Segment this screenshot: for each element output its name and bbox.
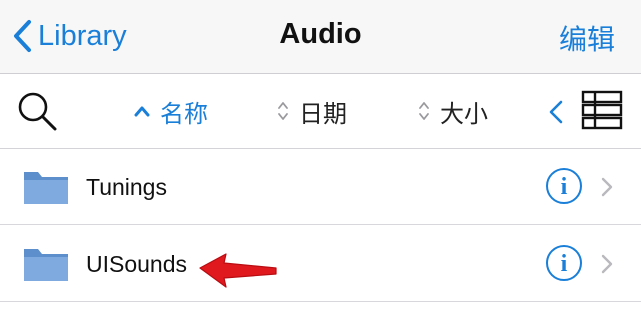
sort-toggle-icon <box>278 102 288 120</box>
item-name: UISounds <box>86 251 188 277</box>
sort-label: 名称 <box>160 100 208 128</box>
list-item[interactable]: Tunings i <box>0 149 641 225</box>
svg-text:i: i <box>561 251 568 277</box>
chevron-right-icon <box>601 254 613 274</box>
chevron-right-icon <box>601 177 613 197</box>
sort-by-size[interactable]: 大小 <box>418 94 488 128</box>
annotation-arrow-icon <box>199 253 277 288</box>
search-button[interactable] <box>16 90 60 134</box>
edit-button[interactable]: 编辑 <box>559 18 615 58</box>
folder-icon <box>24 249 68 281</box>
sort-label: 大小 <box>440 100 488 128</box>
collapse-button[interactable] <box>545 96 569 128</box>
row-divider <box>0 224 641 225</box>
info-icon[interactable]: i <box>545 244 583 282</box>
view-mode-button[interactable] <box>581 89 623 136</box>
item-name: Tunings <box>86 174 167 200</box>
info-icon[interactable]: i <box>545 167 583 205</box>
page-title: Audio <box>279 18 362 50</box>
folder-icon <box>24 172 68 204</box>
sort-label: 日期 <box>299 100 347 128</box>
row-divider <box>0 301 641 302</box>
sort-toolbar: 名称 日期 大小 <box>0 74 641 149</box>
chevron-left-icon <box>549 100 563 124</box>
search-icon <box>18 92 57 131</box>
sort-by-date[interactable]: 日期 <box>277 94 347 128</box>
list-view-icon <box>581 90 623 130</box>
sort-by-name[interactable]: 名称 <box>134 94 208 128</box>
list-item[interactable]: UISounds i <box>0 226 641 302</box>
navigation-bar: Library Audio 编辑 <box>0 0 641 74</box>
sort-toggle-icon <box>419 102 429 120</box>
chevron-up-icon <box>134 106 150 117</box>
svg-text:i: i <box>561 174 568 200</box>
